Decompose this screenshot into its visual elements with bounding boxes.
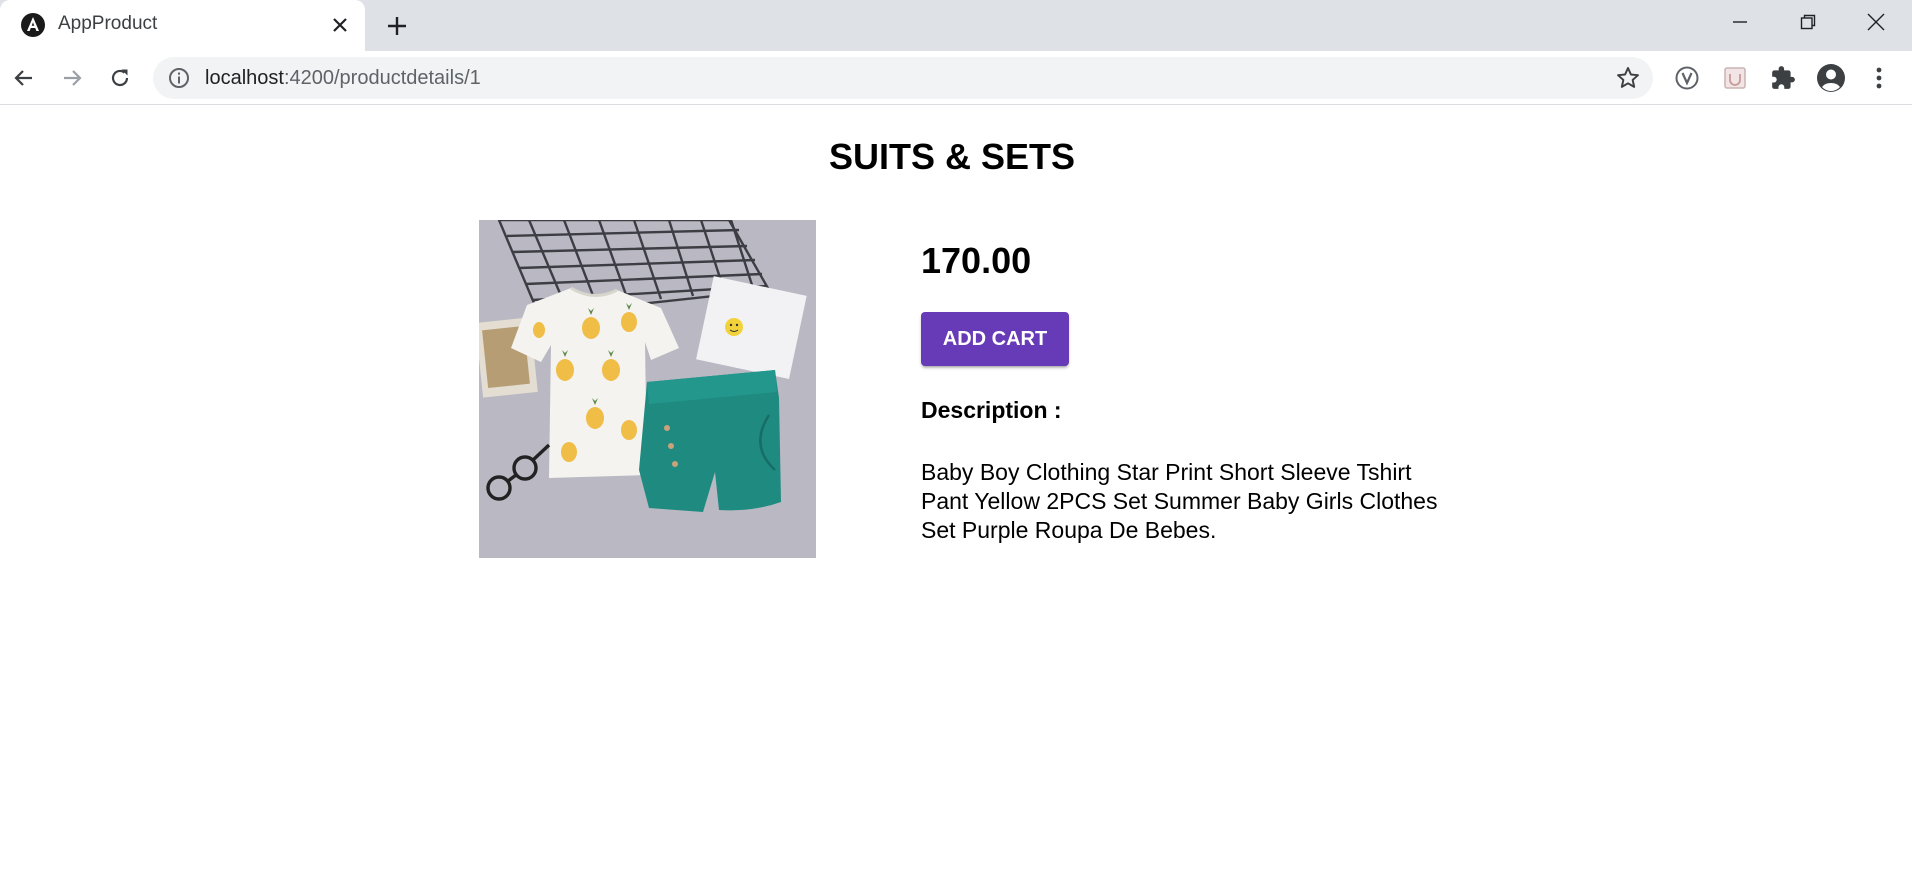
product-price: 170.00 (921, 240, 1032, 281)
angular-icon (20, 12, 46, 38)
url-host: localhost (205, 67, 284, 89)
window-close-icon[interactable] (1842, 0, 1910, 44)
extension-icon[interactable] (1719, 62, 1751, 94)
browser-tab[interactable]: AppProduct (0, 0, 365, 51)
minimize-icon[interactable] (1706, 0, 1774, 44)
add-cart-button[interactable]: ADD CART (921, 312, 1069, 366)
address-bar[interactable]: localhost:4200/productdetails/1 (153, 57, 1653, 99)
product-image (479, 220, 816, 558)
forward-icon[interactable] (54, 60, 90, 96)
restore-icon[interactable] (1774, 0, 1842, 44)
url-path: :4200/productdetails/1 (283, 67, 481, 89)
vpn-extension-icon[interactable] (1671, 62, 1703, 94)
plus-icon[interactable] (381, 10, 413, 42)
close-icon[interactable] (327, 12, 353, 38)
url-text: localhost:4200/productdetails/1 (205, 67, 481, 90)
puzzle-icon[interactable] (1767, 62, 1799, 94)
back-icon[interactable] (6, 60, 42, 96)
profile-icon[interactable] (1815, 62, 1847, 94)
product-details-page: SUITS & SETS 170.00 ADD CART Description… (0, 106, 1912, 874)
tab-title: AppProduct (58, 13, 158, 34)
info-icon[interactable] (167, 66, 191, 90)
star-icon[interactable] (1615, 65, 1641, 91)
reload-icon[interactable] (102, 60, 138, 96)
description-text: Baby Boy Clothing Star Print Short Sleev… (921, 459, 1438, 543)
description-label: Description : (921, 397, 1062, 423)
menu-icon[interactable] (1863, 62, 1895, 94)
page-title: SUITS & SETS (828, 136, 1076, 177)
browser-toolbar: localhost:4200/productdetails/1 (0, 51, 1912, 105)
tab-strip: AppProduct (0, 0, 1912, 51)
